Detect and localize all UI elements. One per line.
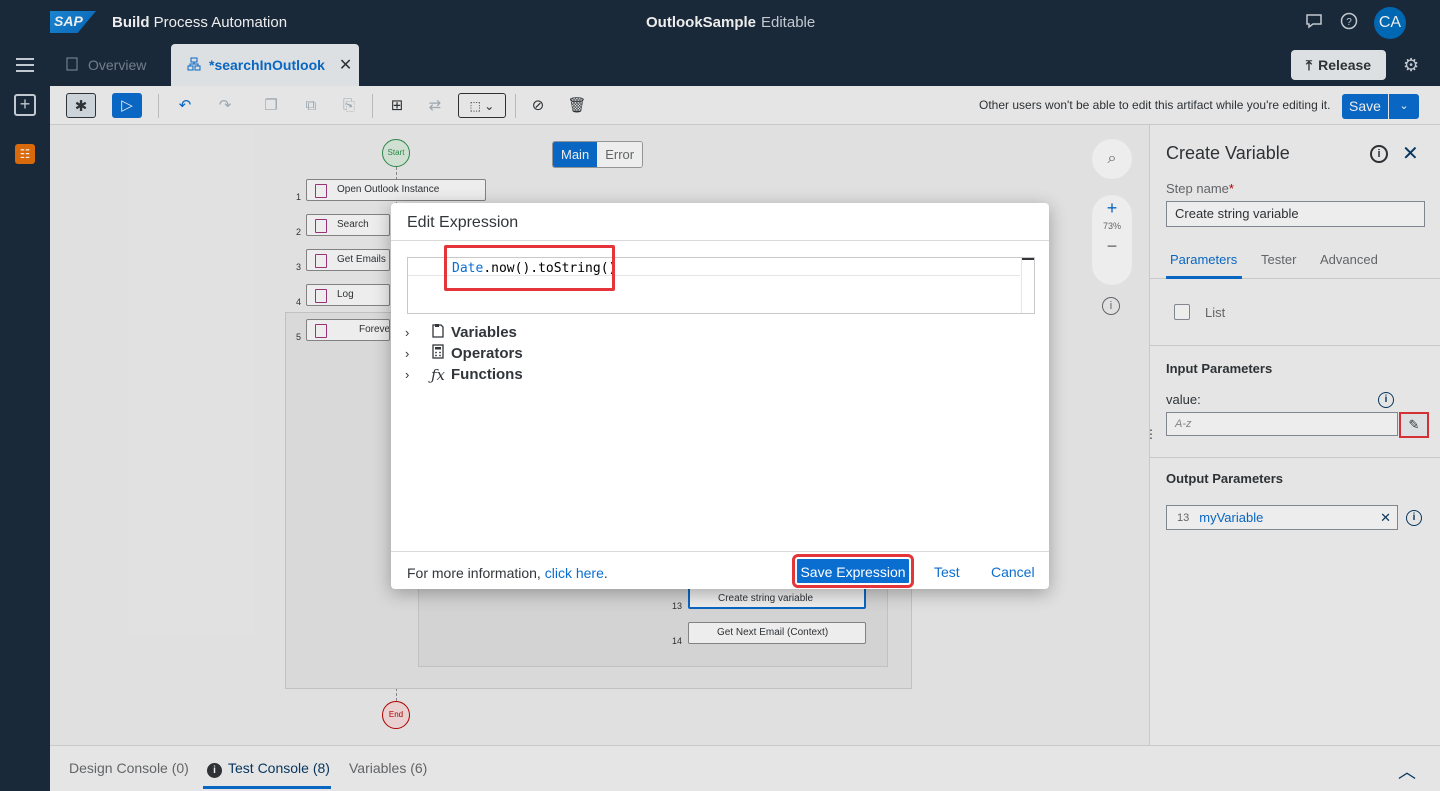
expression-tree: › Variables › Operators › ƒx Functions	[405, 322, 523, 385]
dialog-title: Edit Expression	[407, 214, 519, 231]
click-here-link[interactable]: click here	[545, 565, 604, 581]
calculator-icon	[425, 344, 451, 363]
edit-expression-dialog: Edit Expression Date.now().toString() › …	[391, 203, 1049, 589]
save-expression-button[interactable]: Save Expression	[792, 554, 914, 588]
more-info-prefix: For more information,	[407, 565, 545, 581]
tree-item-functions-label: Functions	[451, 366, 523, 383]
tree-item-operators-label: Operators	[451, 345, 523, 362]
test-button[interactable]: Test	[934, 564, 960, 580]
more-info-period: .	[603, 565, 608, 581]
dialog-footer: For more information, click here. Save E…	[391, 551, 1049, 589]
variables-icon	[425, 323, 451, 342]
tree-item-variables[interactable]: › Variables	[405, 322, 523, 343]
dialog-header: Edit Expression	[391, 203, 1049, 241]
editor-scrollbar[interactable]	[1021, 258, 1034, 313]
cancel-button[interactable]: Cancel	[991, 564, 1035, 580]
function-icon: ƒx	[430, 365, 445, 384]
tree-item-functions[interactable]: › ƒx Functions	[405, 364, 523, 385]
highlight-box	[444, 245, 615, 291]
tree-item-variables-label: Variables	[451, 324, 517, 341]
chevron-right-icon: ›	[405, 346, 410, 361]
more-info-text: For more information, click here.	[407, 565, 608, 581]
chevron-right-icon: ›	[405, 367, 410, 382]
tree-item-operators[interactable]: › Operators	[405, 343, 523, 364]
chevron-right-icon: ›	[405, 325, 410, 340]
